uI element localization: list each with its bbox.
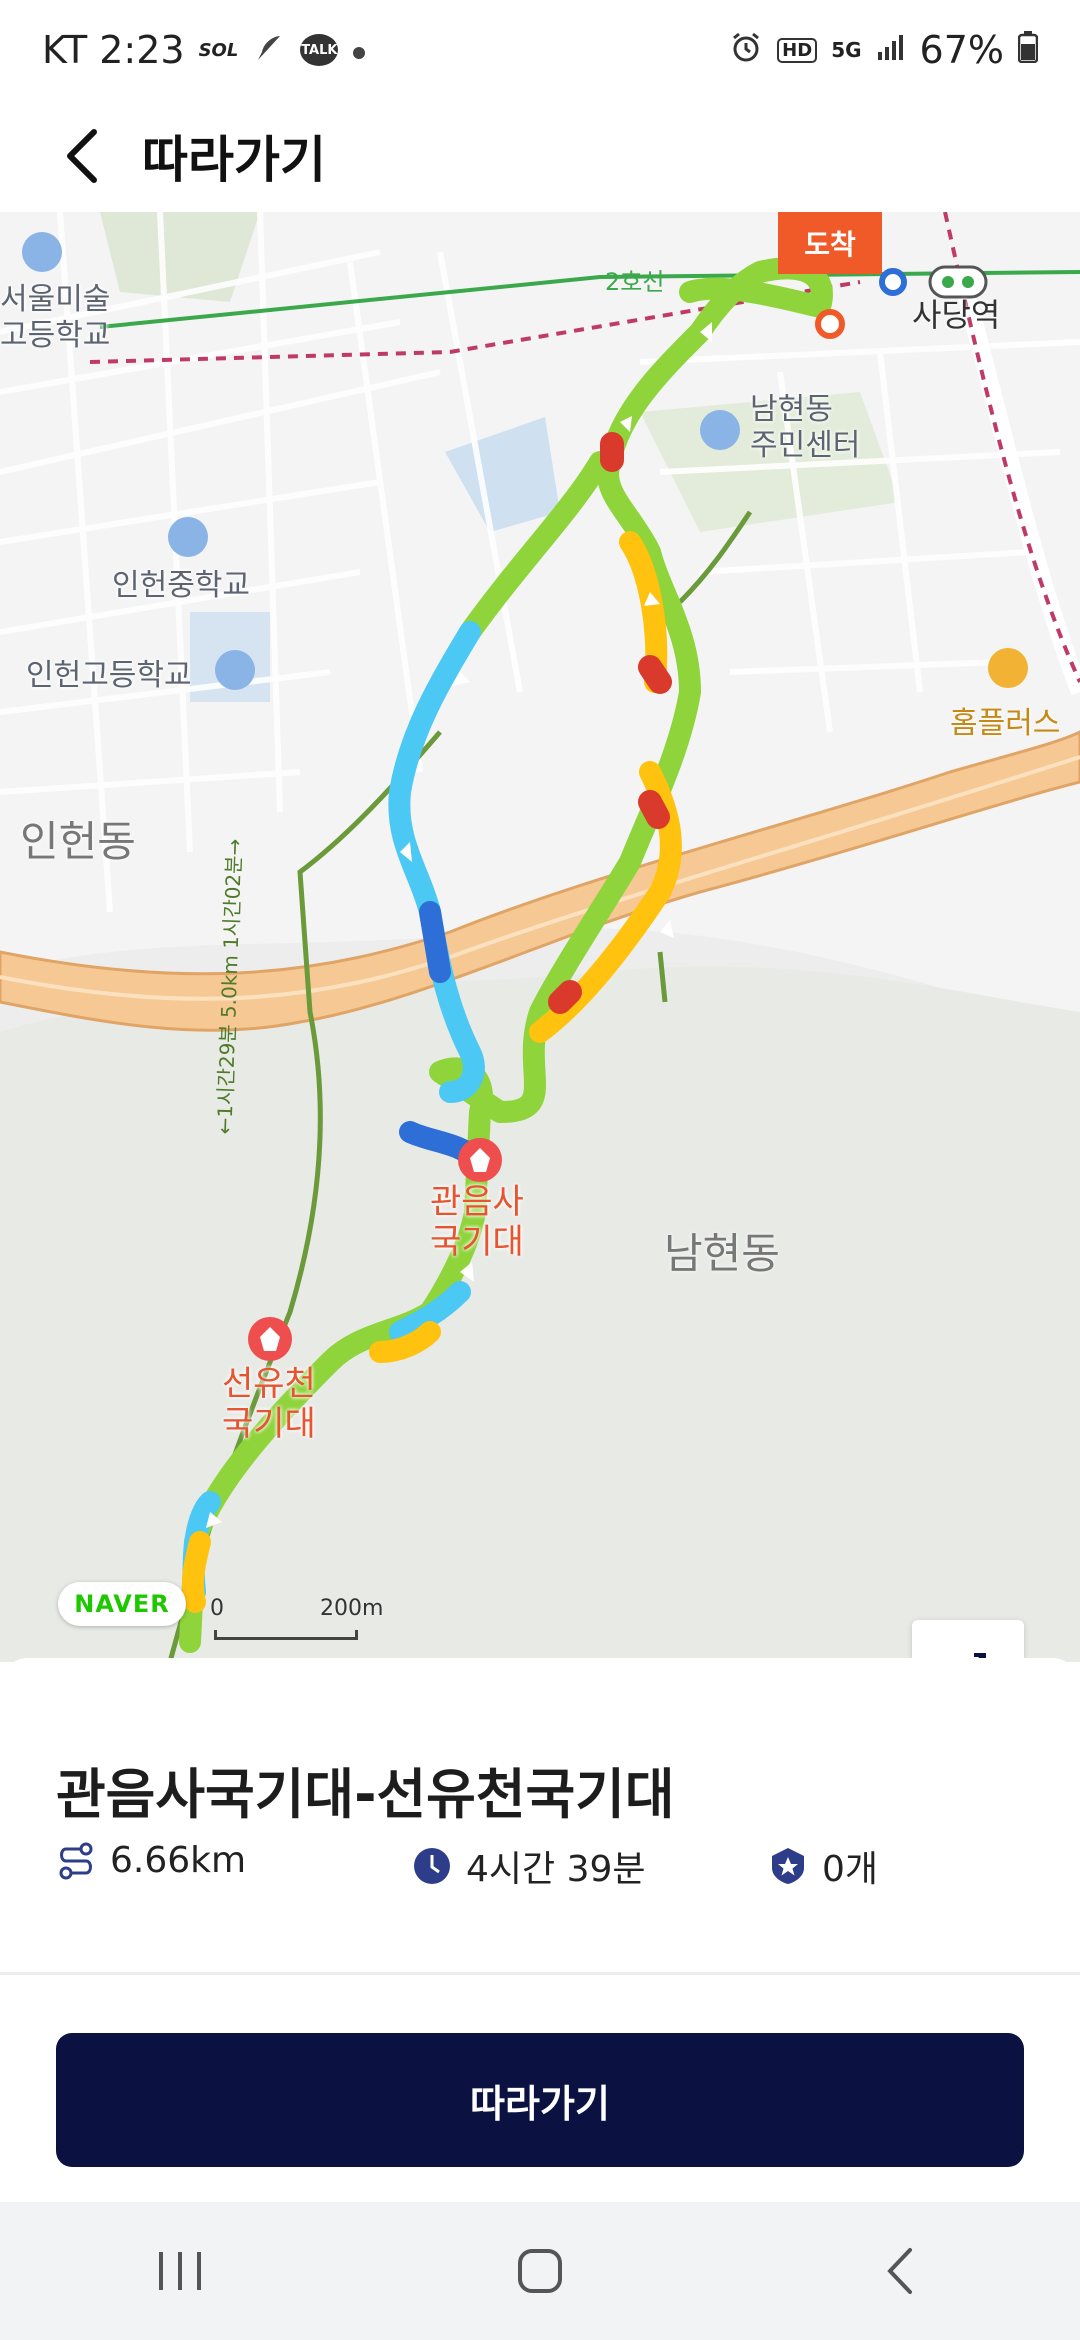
scale-zero: 0 xyxy=(210,1596,224,1621)
network-5g-icon: 5G xyxy=(831,38,862,62)
back-button[interactable] xyxy=(22,100,142,212)
course-title: 관음사국기대-선유천국기대 xyxy=(56,1763,675,1826)
recent-apps-icon xyxy=(159,2252,201,2290)
course-stats: 6.66km 4시간 39분 0개 xyxy=(56,1840,1056,1900)
status-bar: KT 2:23 SOL TALK HD 5G 67% xyxy=(0,0,1080,100)
map-canvas xyxy=(0,212,1080,1662)
hd-voice-icon: HD xyxy=(777,37,818,63)
status-right: HD 5G 67% xyxy=(729,28,1039,72)
chevron-left-icon xyxy=(887,2248,912,2294)
map-label-homeplus: 홈플러스 xyxy=(950,706,1061,741)
duration-stat: 4시간 39분 xyxy=(412,1840,646,1892)
badge-shield-icon xyxy=(772,1848,804,1884)
map-label-namhyeon-center: 남현동 주민센터 xyxy=(750,392,861,463)
badge-count: 0개 xyxy=(822,1849,879,1890)
system-back-button[interactable] xyxy=(800,2221,1000,2321)
route-map[interactable]: 서울미술 고등학교 2호선 사당역 남현동 주민센터 인헌중학교 인헌고등학교 … xyxy=(0,212,1080,1662)
duration-value: 4시간 39분 xyxy=(466,1849,646,1890)
map-label-namhyeon-dong: 남현동 xyxy=(664,1229,780,1278)
course-sheet: 관음사국기대-선유천국기대 6.66km 4시간 39분 0개 따라가기 xyxy=(0,1658,1080,2198)
home-icon xyxy=(518,2249,562,2293)
arrival-badge: 도착 xyxy=(778,212,882,274)
badge-stat: 0개 xyxy=(768,1840,878,1892)
sol-bank-icon: SOL xyxy=(198,39,239,61)
map-label-gwaneumsa: 관음사 국기대 xyxy=(430,1182,524,1262)
battery-percent: 67% xyxy=(919,28,1004,72)
map-label-line2: 2호선 xyxy=(605,268,665,296)
distance-stat: 6.66km xyxy=(56,1840,246,1881)
recent-apps-button[interactable] xyxy=(80,2221,280,2321)
map-label-inheon-high: 인헌고등학교 xyxy=(26,658,192,693)
carrier-time: KT 2:23 xyxy=(42,28,185,72)
sheet-divider xyxy=(0,1972,1080,1975)
map-label-seonyucheon: 선유천 국기대 xyxy=(222,1364,316,1444)
status-left: KT 2:23 SOL TALK xyxy=(42,28,366,72)
map-label-inheon-dong: 인헌동 xyxy=(20,817,136,866)
battery-icon xyxy=(1017,30,1039,70)
app-header: 따라가기 xyxy=(0,100,1080,212)
map-tools xyxy=(912,1620,1024,1662)
home-button[interactable] xyxy=(440,2221,640,2321)
follow-button[interactable]: 따라가기 xyxy=(56,2033,1024,2167)
system-nav-bar xyxy=(0,2202,1080,2340)
naver-logo: NAVER xyxy=(58,1582,186,1626)
map-label-inheon-middle: 인헌중학교 xyxy=(112,568,250,603)
signal-icon xyxy=(876,32,906,69)
page-title: 따라가기 xyxy=(142,131,326,189)
elevation-profile-button[interactable] xyxy=(912,1620,1024,1662)
scale-bar xyxy=(214,1630,358,1640)
talk-icon: TALK xyxy=(300,34,339,66)
distance-value: 6.66km xyxy=(110,1840,247,1881)
scale-label: 200m xyxy=(320,1596,384,1621)
feather-icon xyxy=(252,30,286,71)
route-distance-icon xyxy=(59,1842,93,1879)
chevron-left-icon xyxy=(67,129,97,183)
alarm-icon xyxy=(729,30,763,71)
notification-dot-icon xyxy=(352,34,366,67)
map-label-school-art: 서울미술 고등학교 xyxy=(0,282,111,353)
clock-icon xyxy=(414,1848,450,1884)
map-label-sadang: 사당역 xyxy=(912,296,1001,334)
